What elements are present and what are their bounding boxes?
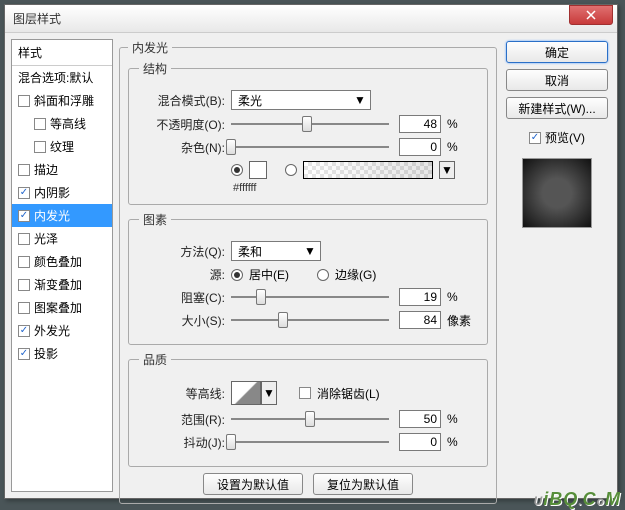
opacity-value[interactable]: 48 xyxy=(399,115,441,133)
preview-label: 预览(V) xyxy=(545,129,585,146)
hex-value: #ffffff xyxy=(233,182,477,194)
checkbox[interactable] xyxy=(34,118,46,130)
sidebar-item-color-overlay[interactable]: 颜色叠加 xyxy=(12,250,112,273)
sidebar-item-inner-shadow[interactable]: 内阴影 xyxy=(12,181,112,204)
reset-default-button[interactable]: 复位为默认值 xyxy=(313,473,413,495)
blend-mode-label: 混合模式(B): xyxy=(139,92,225,109)
sidebar-item-contour[interactable]: 等高线 xyxy=(12,112,112,135)
unit-label: 像素 xyxy=(447,312,477,329)
noise-value[interactable]: 0 xyxy=(399,138,441,156)
unit-label: % xyxy=(447,435,477,449)
chevron-down-icon: ▼ xyxy=(352,93,368,107)
sidebar-item-inner-glow[interactable]: 内发光 xyxy=(12,204,112,227)
unit-label: % xyxy=(447,117,477,131)
source-center-radio[interactable] xyxy=(231,269,243,281)
color-radio[interactable] xyxy=(231,164,243,176)
size-slider[interactable] xyxy=(231,311,389,329)
titlebar[interactable]: 图层样式 xyxy=(5,5,617,33)
choke-label: 阻塞(C): xyxy=(139,289,225,306)
antialias-checkbox[interactable] xyxy=(299,387,311,399)
sidebar-item-blend-options[interactable]: 混合选项:默认 xyxy=(12,66,112,89)
noise-label: 杂色(N): xyxy=(139,139,225,156)
checkbox[interactable] xyxy=(18,187,30,199)
gradient-dropdown[interactable]: ▼ xyxy=(439,161,455,179)
checkbox[interactable] xyxy=(34,141,46,153)
elements-legend: 图素 xyxy=(139,211,171,228)
window-title: 图层样式 xyxy=(9,10,569,27)
opacity-slider[interactable] xyxy=(231,115,389,133)
preview-checkbox[interactable] xyxy=(529,132,541,144)
checkbox[interactable] xyxy=(18,256,30,268)
ok-button[interactable]: 确定 xyxy=(506,41,608,63)
styles-header: 样式 xyxy=(12,40,112,66)
unit-label: % xyxy=(447,412,477,426)
range-label: 范围(R): xyxy=(139,411,225,428)
technique-select[interactable]: 柔和 ▼ xyxy=(231,241,321,261)
unit-label: % xyxy=(447,290,477,304)
noise-slider[interactable] xyxy=(231,138,389,156)
sidebar-item-texture[interactable]: 纹理 xyxy=(12,135,112,158)
sidebar-item-stroke[interactable]: 描边 xyxy=(12,158,112,181)
sidebar-item-drop-shadow[interactable]: 投影 xyxy=(12,342,112,365)
opacity-label: 不透明度(O): xyxy=(139,116,225,133)
source-label: 源: xyxy=(139,266,225,283)
jitter-label: 抖动(J): xyxy=(139,434,225,451)
sidebar-item-gradient-overlay[interactable]: 渐变叠加 xyxy=(12,273,112,296)
watermark: UiBQ.CoM xyxy=(534,489,621,510)
sidebar-item-outer-glow[interactable]: 外发光 xyxy=(12,319,112,342)
settings-panel: 内发光 结构 混合模式(B): 柔光 ▼ 不透明度(O): 48 xyxy=(119,39,497,492)
preview-toggle[interactable]: 预览(V) xyxy=(529,129,585,146)
blend-mode-select[interactable]: 柔光 ▼ xyxy=(231,90,371,110)
choke-slider[interactable] xyxy=(231,288,389,306)
choke-value[interactable]: 19 xyxy=(399,288,441,306)
structure-legend: 结构 xyxy=(139,60,171,77)
color-swatch[interactable] xyxy=(249,161,267,179)
quality-legend: 品质 xyxy=(139,351,171,368)
unit-label: % xyxy=(447,140,477,154)
size-label: 大小(S): xyxy=(139,312,225,329)
cancel-button[interactable]: 取消 xyxy=(506,69,608,91)
checkbox[interactable] xyxy=(18,233,30,245)
checkbox[interactable] xyxy=(18,210,30,222)
gradient-radio[interactable] xyxy=(285,164,297,176)
range-slider[interactable] xyxy=(231,410,389,428)
jitter-value[interactable]: 0 xyxy=(399,433,441,451)
sidebar-item-pattern-overlay[interactable]: 图案叠加 xyxy=(12,296,112,319)
checkbox[interactable] xyxy=(18,348,30,360)
contour-label: 等高线: xyxy=(139,385,225,402)
inner-glow-group: 内发光 结构 混合模式(B): 柔光 ▼ 不透明度(O): 48 xyxy=(119,39,497,504)
close-button[interactable] xyxy=(569,5,613,25)
layer-style-dialog: 图层样式 样式 混合选项:默认 斜面和浮雕 等高线 纹理 描边 内阴影 内发光 … xyxy=(4,4,618,499)
checkbox[interactable] xyxy=(18,95,30,107)
checkbox[interactable] xyxy=(18,325,30,337)
group-title: 内发光 xyxy=(128,39,172,56)
make-default-button[interactable]: 设置为默认值 xyxy=(203,473,303,495)
new-style-button[interactable]: 新建样式(W)... xyxy=(506,97,608,119)
checkbox[interactable] xyxy=(18,302,30,314)
contour-picker[interactable] xyxy=(231,381,261,405)
checkbox[interactable] xyxy=(18,164,30,176)
preview-thumbnail xyxy=(522,158,592,228)
structure-group: 结构 混合模式(B): 柔光 ▼ 不透明度(O): 48 % xyxy=(128,60,488,205)
size-value[interactable]: 84 xyxy=(399,311,441,329)
antialias-label: 消除锯齿(L) xyxy=(317,385,380,402)
source-center-label: 居中(E) xyxy=(249,266,289,283)
chevron-down-icon: ▼ xyxy=(302,244,318,258)
checkbox[interactable] xyxy=(18,279,30,291)
quality-group: 品质 等高线: ▼ 消除锯齿(L) 范围(R): xyxy=(128,351,488,467)
technique-label: 方法(Q): xyxy=(139,243,225,260)
sidebar-item-satin[interactable]: 光泽 xyxy=(12,227,112,250)
contour-dropdown[interactable]: ▼ xyxy=(261,381,277,405)
range-value[interactable]: 50 xyxy=(399,410,441,428)
close-icon xyxy=(586,10,596,20)
sidebar-item-bevel[interactable]: 斜面和浮雕 xyxy=(12,89,112,112)
right-panel: 确定 取消 新建样式(W)... 预览(V) xyxy=(503,39,611,492)
jitter-slider[interactable] xyxy=(231,433,389,451)
styles-list: 样式 混合选项:默认 斜面和浮雕 等高线 纹理 描边 内阴影 内发光 光泽 颜色… xyxy=(11,39,113,492)
source-edge-label: 边缘(G) xyxy=(335,266,376,283)
gradient-swatch[interactable] xyxy=(303,161,433,179)
elements-group: 图素 方法(Q): 柔和 ▼ 源: 居中(E) 边缘 xyxy=(128,211,488,345)
source-edge-radio[interactable] xyxy=(317,269,329,281)
